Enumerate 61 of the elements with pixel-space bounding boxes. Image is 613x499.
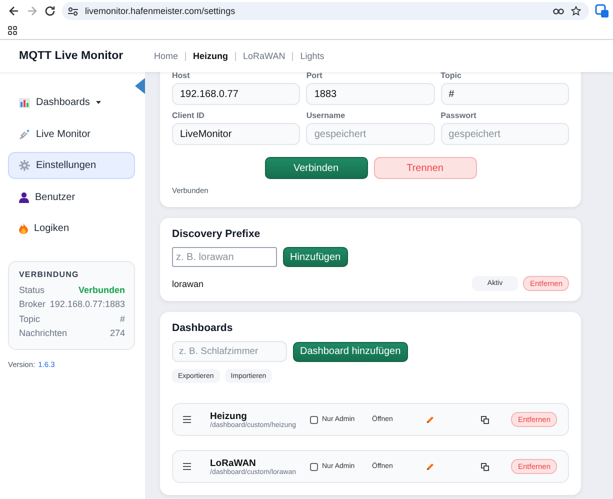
- address-bar[interactable]: livemonitor.hafenmeister.com/settings: [62, 2, 589, 20]
- connection-value: Verbunden: [78, 284, 125, 296]
- add-button[interactable]: Hinzufügen: [283, 247, 348, 267]
- url-text: livemonitor.hafenmeister.com/settings: [85, 6, 236, 16]
- field-label: Username: [306, 111, 346, 120]
- card-title: Discovery Prefixe: [172, 228, 262, 240]
- checkbox[interactable]: [310, 462, 318, 470]
- field-label: Client ID: [172, 111, 206, 120]
- dashboard-name: LoRaWAN: [210, 458, 257, 468]
- sidebar-item[interactable]: Einstellungen: [8, 152, 135, 179]
- drag-handle-icon[interactable]: [183, 463, 191, 470]
- text-field[interactable]: gespeichert: [440, 123, 569, 145]
- back-icon[interactable]: [8, 5, 20, 17]
- connection-label: Status: [19, 284, 45, 296]
- connection-value: #: [120, 312, 125, 326]
- connection-value: 192.168.0.77:1883: [50, 298, 125, 311]
- nav-link[interactable]: Heizung: [193, 51, 228, 61]
- pencil-icon[interactable]: [426, 416, 434, 424]
- field-label: Host: [172, 72, 191, 80]
- field-label: Passwort: [440, 111, 478, 120]
- nav-link[interactable]: LoRaWAN: [243, 51, 286, 61]
- bar-chart-icon: [19, 98, 30, 108]
- flame-icon: [19, 223, 28, 234]
- copy-icon[interactable]: [481, 462, 489, 470]
- sidebar-item[interactable]: Dashboards: [8, 89, 135, 116]
- person-icon: [19, 192, 29, 202]
- drag-handle-icon[interactable]: [183, 416, 191, 423]
- nav-link[interactable]: Lights: [300, 51, 324, 61]
- connection-label: Broker: [19, 298, 46, 311]
- extension-icon[interactable]: [595, 4, 609, 18]
- reload-icon[interactable]: [44, 5, 56, 17]
- connection-title: VERBINDUNG: [19, 270, 80, 278]
- gear-icon: [19, 160, 30, 171]
- connection-label: Nachrichten: [19, 327, 68, 340]
- text-field[interactable]: gespeichert: [306, 123, 435, 145]
- field-label: Topic: [440, 72, 462, 80]
- text-field[interactable]: 192.168.0.77: [172, 83, 300, 105]
- text-field[interactable]: #: [440, 83, 569, 105]
- sidebar-item[interactable]: Live Monitor: [8, 120, 135, 148]
- field-label: Port: [306, 72, 324, 80]
- connection-value: 274: [110, 327, 125, 340]
- dashboard-name-input[interactable]: z. B. Schlafzimmer: [172, 341, 287, 362]
- star-icon[interactable]: [571, 6, 581, 16]
- checkbox[interactable]: [310, 416, 318, 424]
- text-field[interactable]: 1883: [306, 83, 435, 105]
- prefix-name: lorawan: [172, 278, 205, 288]
- copy-icon[interactable]: [481, 416, 489, 424]
- nav-link[interactable]: Home: [154, 51, 178, 61]
- app-title: MQTT Live Monitor: [18, 50, 124, 62]
- site-settings-icon[interactable]: [68, 6, 78, 16]
- pencil-icon[interactable]: [426, 462, 434, 470]
- prefix-input[interactable]: z. B. lorawan: [172, 247, 277, 267]
- dashboard-name: Heizung: [210, 410, 248, 422]
- card-title: Dashboards: [172, 322, 234, 334]
- add-dashboard-button[interactable]: Dashboard hinzufügen: [293, 342, 408, 362]
- apps-grid-icon[interactable]: [8, 26, 17, 34]
- text-field[interactable]: LiveMonitor: [172, 123, 300, 145]
- sidebar-item[interactable]: Logiken: [8, 215, 135, 242]
- sidebar-item[interactable]: Benutzer: [8, 184, 135, 210]
- connect-button[interactable]: Verbinden: [264, 157, 368, 179]
- connection-label: Topic: [19, 312, 40, 326]
